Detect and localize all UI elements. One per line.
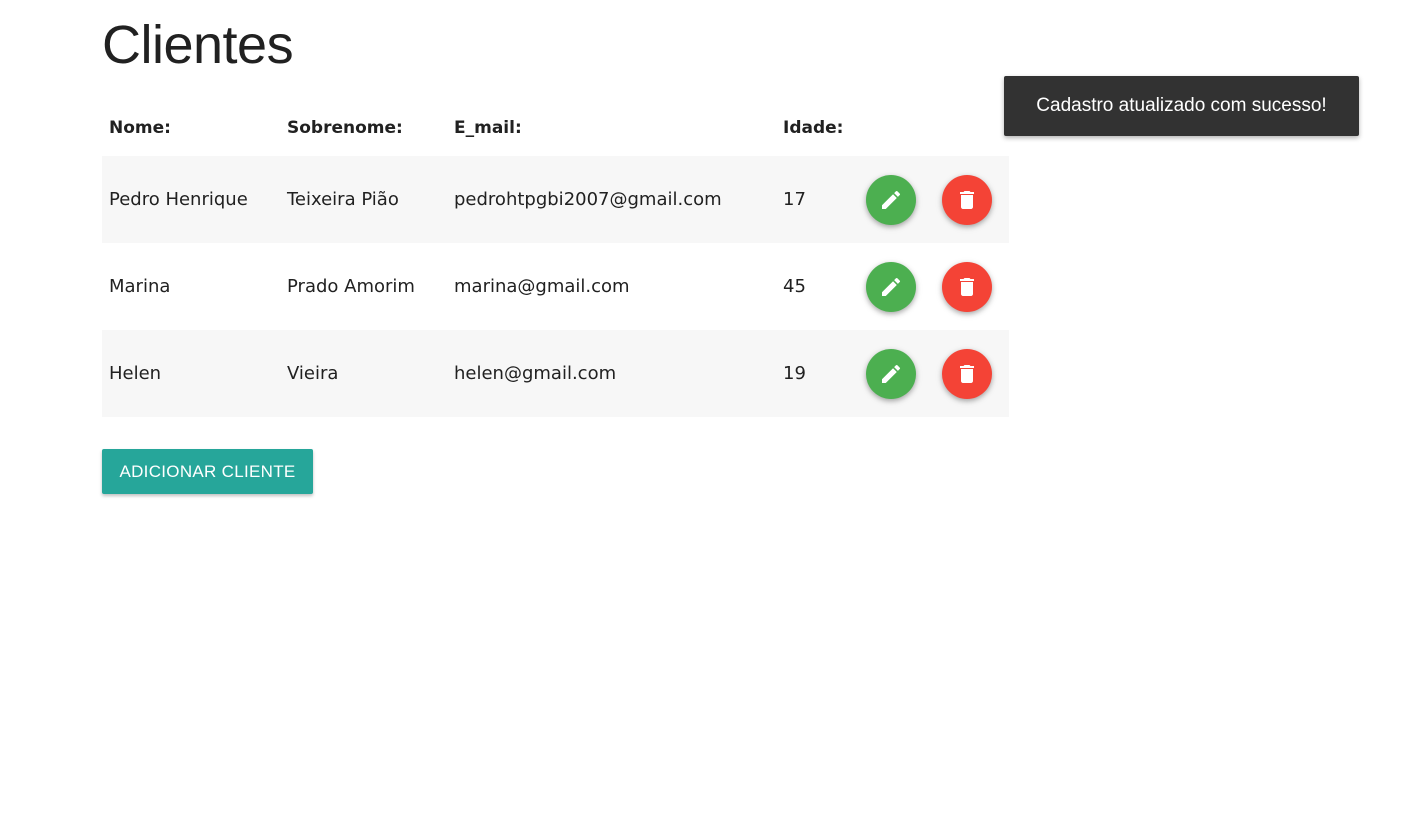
toast-message: Cadastro atualizado com sucesso!	[1036, 95, 1327, 116]
page-title: Clientes	[102, 15, 294, 75]
column-header-sobrenome: Sobrenome:	[287, 118, 403, 138]
delete-button[interactable]	[941, 348, 992, 399]
cell-email: pedrohtpgbi2007@gmail.com	[454, 189, 722, 210]
add-client-button[interactable]: ADICIONAR CLIENTE	[102, 449, 313, 494]
cell-sobrenome: Prado Amorim	[287, 276, 415, 297]
trash-icon	[959, 277, 974, 296]
cell-nome: Pedro Henrique	[109, 189, 248, 210]
cell-nome: Marina	[109, 276, 171, 297]
pencil-icon	[882, 277, 901, 296]
table-header-row: Nome: Sobrenome: E_mail: Idade:	[102, 100, 1009, 156]
table-row: Helen Vieira helen@gmail.com 19	[102, 330, 1009, 417]
cell-nome: Helen	[109, 363, 162, 384]
column-header-email: E_mail:	[454, 118, 522, 138]
edit-button[interactable]	[866, 174, 916, 225]
trash-icon	[959, 190, 974, 209]
delete-button[interactable]	[941, 261, 992, 312]
table-row: Marina Prado Amorim marina@gmail.com 45	[102, 243, 1009, 330]
cell-sobrenome: Vieira	[287, 363, 339, 384]
column-header-nome: Nome:	[109, 118, 171, 138]
cell-idade: 17	[783, 189, 806, 210]
cell-idade: 19	[783, 363, 806, 384]
clients-table: Nome: Sobrenome: E_mail: Idade: Pedro He…	[102, 100, 1009, 417]
trash-icon	[959, 364, 974, 383]
pencil-icon	[882, 364, 901, 383]
cell-email: helen@gmail.com	[454, 363, 617, 384]
edit-button[interactable]	[866, 261, 916, 312]
pencil-icon	[882, 190, 901, 209]
cell-sobrenome: Teixeira Pião	[287, 189, 399, 210]
success-toast: Cadastro atualizado com sucesso!	[1004, 76, 1359, 136]
row-actions	[860, 156, 1009, 243]
row-actions	[860, 330, 1009, 417]
row-actions	[860, 243, 1009, 330]
cell-idade: 45	[783, 276, 806, 297]
column-header-idade: Idade:	[783, 118, 844, 138]
table-row: Pedro Henrique Teixeira Pião pedrohtpgbi…	[102, 156, 1009, 243]
delete-button[interactable]	[941, 174, 992, 225]
cell-email: marina@gmail.com	[454, 276, 630, 297]
column-header-actions	[860, 100, 1009, 156]
edit-button[interactable]	[866, 348, 916, 399]
